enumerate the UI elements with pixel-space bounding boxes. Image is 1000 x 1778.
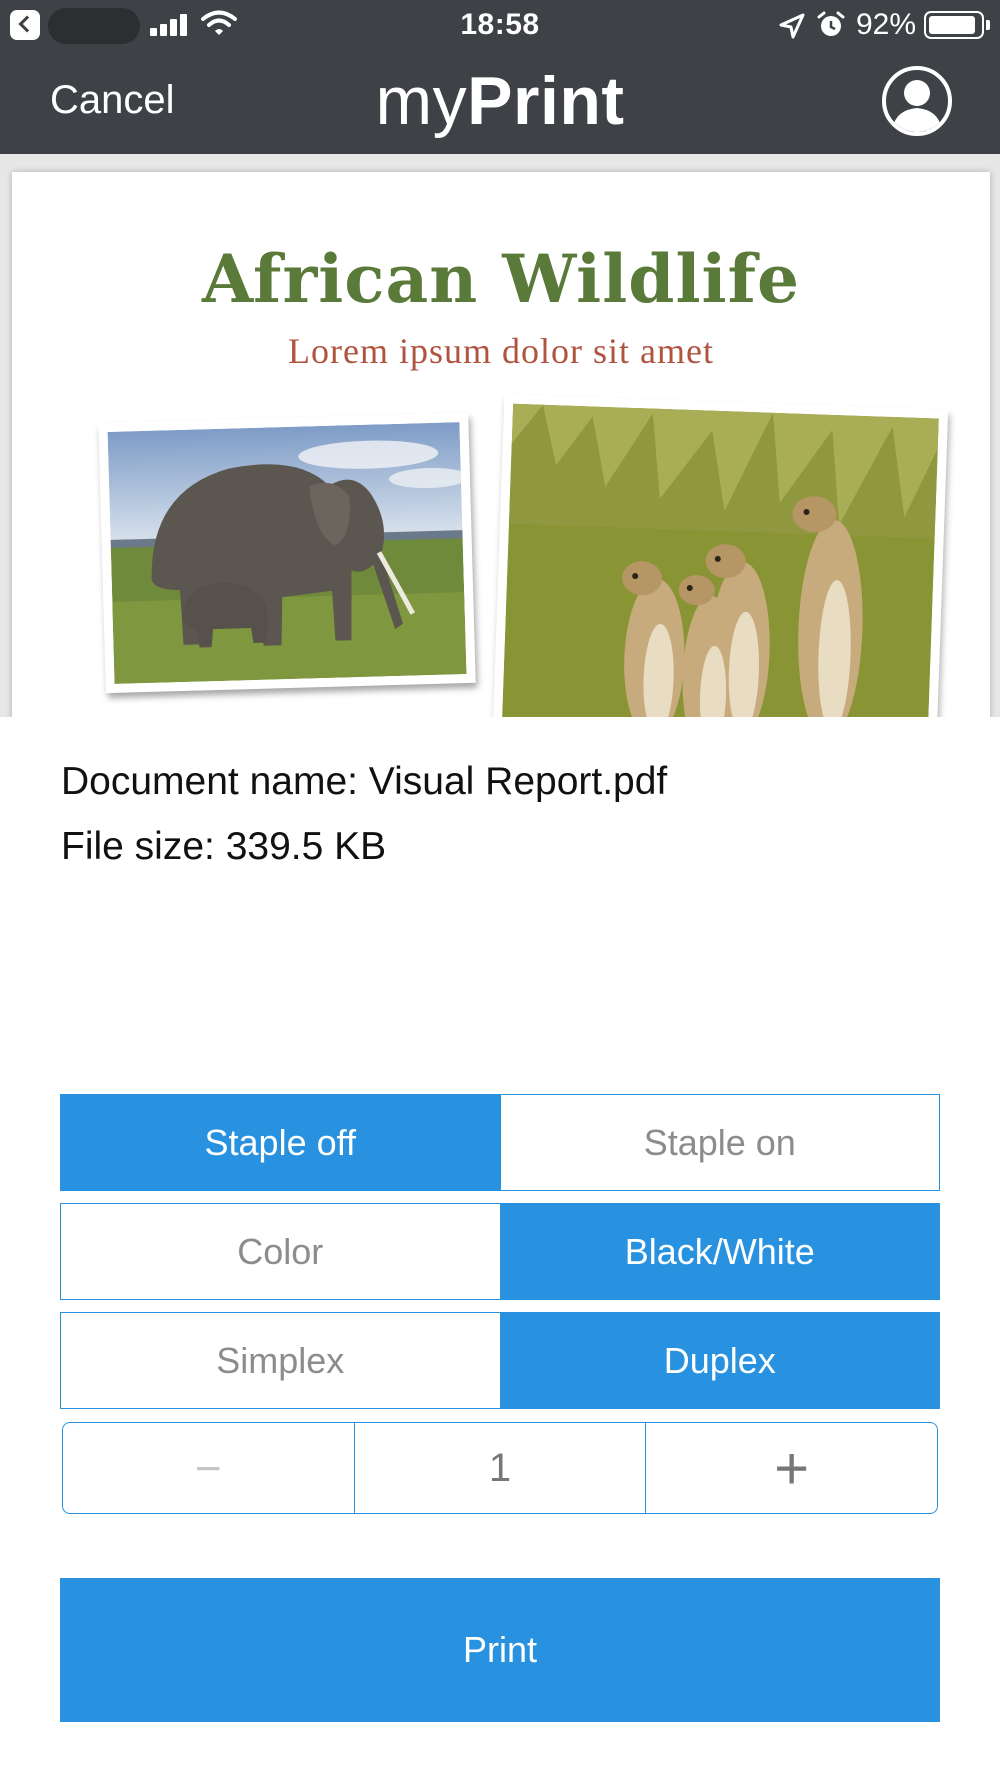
staple-off-option[interactable]: Staple off — [60, 1094, 501, 1191]
app-title-print: Print — [467, 63, 625, 139]
battery-percent: 92% — [856, 8, 917, 41]
nav-bar: Cancel myPrint — [0, 52, 1000, 154]
preview-document-subtitle: Lorem ipsum dolor sit amet — [288, 331, 714, 371]
sides-toggle: Simplex Duplex — [60, 1312, 940, 1409]
status-time: 18:58 — [460, 8, 540, 41]
file-size: File size: 339.5 KB — [61, 825, 387, 868]
duplex-option[interactable]: Duplex — [500, 1312, 940, 1409]
meerkats-photo — [491, 394, 949, 717]
black-white-option[interactable]: Black/White — [500, 1203, 940, 1300]
color-mode-toggle: Color Black/White — [60, 1203, 940, 1300]
staple-toggle: Staple off Staple on — [60, 1094, 940, 1191]
elephant-photo — [98, 412, 476, 694]
app-title-my: my — [375, 63, 468, 139]
document-name: Document name: Visual Report.pdf — [61, 760, 668, 803]
decrement-button[interactable]: − — [63, 1423, 354, 1513]
print-button[interactable]: Print — [60, 1578, 940, 1722]
user-avatar-icon[interactable] — [882, 66, 952, 136]
status-bar: 18:58 92% — [0, 0, 1000, 52]
alarm-icon — [817, 11, 845, 36]
copies-count: 1 — [353, 1423, 646, 1513]
preview-document-title: African Wildlife — [202, 240, 800, 318]
simplex-option[interactable]: Simplex — [60, 1312, 501, 1409]
document-preview[interactable]: African Wildlife Lorem ipsum dolor sit a… — [0, 154, 1000, 717]
location-arrow-icon — [779, 13, 805, 39]
copies-stepper: − 1 + — [62, 1422, 938, 1514]
app-title: myPrint — [0, 62, 1000, 140]
battery-cap — [986, 20, 990, 30]
staple-on-option[interactable]: Staple on — [500, 1094, 940, 1191]
preview-page: African Wildlife Lorem ipsum dolor sit a… — [12, 172, 990, 717]
battery-icon — [924, 11, 984, 39]
color-option[interactable]: Color — [60, 1203, 501, 1300]
increment-button[interactable]: + — [645, 1423, 937, 1513]
